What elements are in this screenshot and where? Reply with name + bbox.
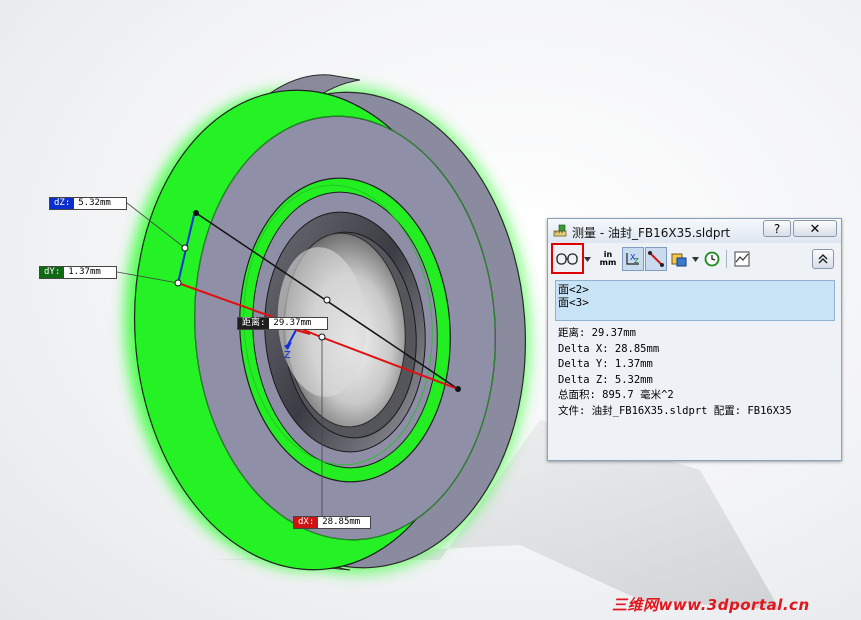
toolbar-separator — [726, 250, 727, 268]
triad-z-label: Z — [284, 350, 291, 361]
projection-icon — [671, 253, 687, 267]
measure-results: 距离: 29.37mm Delta X: 28.85mm Delta Y: 1.… — [558, 326, 838, 420]
dropdown-arrow-icon — [583, 256, 591, 262]
measure-point — [174, 279, 182, 287]
measure-point — [455, 386, 461, 392]
delta-x-label: dX: 28.85mm — [293, 516, 372, 529]
result-delta-x: Delta X: 28.85mm — [558, 342, 660, 355]
distance-key: 距离: — [238, 318, 270, 329]
result-delta-z: Delta Z: 5.32mm — [558, 373, 653, 386]
history-icon — [704, 251, 720, 267]
units-button[interactable]: in mm — [596, 247, 620, 271]
dialog-titlebar[interactable]: 测量 - 油封_FB16X35.sldprt ? ✕ — [548, 219, 841, 243]
measure-point — [193, 210, 199, 216]
delta-y-key: dY: — [40, 267, 65, 278]
distance-value: 29.37mm — [269, 318, 328, 329]
units-bottom-label: mm — [599, 258, 617, 267]
delta-y-label: dY: 1.37mm — [39, 266, 118, 279]
projection-button[interactable] — [669, 247, 689, 271]
delta-z-label: dZ: 5.32mm — [49, 197, 128, 210]
result-total-area: 总面积: 895.7 毫米^2 — [558, 389, 674, 402]
point-to-point-button[interactable] — [645, 247, 667, 271]
result-distance: 距离: 29.37mm — [558, 327, 636, 339]
svg-text:Z: Z — [634, 257, 639, 265]
sensor-icon — [734, 251, 750, 267]
chevron-up-icon — [818, 254, 828, 264]
sensor-button[interactable] — [732, 247, 752, 271]
result-delta-y: Delta Y: 1.37mm — [558, 358, 653, 371]
measure-point — [318, 333, 326, 341]
xyz-delta-icon: X Z — [626, 253, 639, 265]
collapse-button[interactable] — [812, 249, 834, 269]
measure-toolbar: in mm X Z — [551, 243, 837, 274]
dual-selection-dropdown[interactable] — [582, 247, 592, 271]
measure-point — [181, 244, 189, 252]
help-button[interactable]: ? — [763, 220, 791, 237]
delta-z-value: 5.32mm — [74, 198, 127, 209]
history-button[interactable] — [702, 247, 722, 271]
delta-z-key: dZ: — [50, 198, 75, 209]
measure-tool-icon — [553, 224, 567, 237]
selection-item[interactable]: 面<3> — [558, 296, 832, 309]
measure-dialog[interactable]: 测量 - 油封_FB16X35.sldprt ? ✕ in mm X Z 面<2… — [547, 218, 842, 461]
dropdown-arrow-icon — [691, 256, 699, 262]
dialog-title: 测量 - 油封_FB16X35.sldprt — [572, 226, 731, 240]
dual-select-icon — [556, 253, 578, 265]
delta-y-value: 1.37mm — [64, 267, 117, 278]
delta-x-key: dX: — [294, 517, 319, 528]
delta-x-value: 28.85mm — [318, 517, 371, 528]
point-to-point-icon — [648, 251, 664, 267]
watermark: 三维网www.3dportal.cn — [612, 596, 810, 614]
selection-item[interactable]: 面<2> — [558, 283, 832, 296]
selection-list[interactable]: 面<2> 面<3> — [555, 280, 835, 321]
measure-point — [323, 296, 331, 304]
projection-dropdown[interactable] — [690, 247, 700, 271]
result-file-config: 文件: 油封_FB16X35.sldprt 配置: FB16X35 — [558, 404, 792, 417]
distance-label: 距离: 29.37mm — [237, 317, 329, 330]
close-button[interactable]: ✕ — [793, 220, 837, 237]
xyz-delta-button[interactable]: X Z — [622, 247, 644, 271]
dual-selection-button[interactable] — [554, 247, 580, 271]
